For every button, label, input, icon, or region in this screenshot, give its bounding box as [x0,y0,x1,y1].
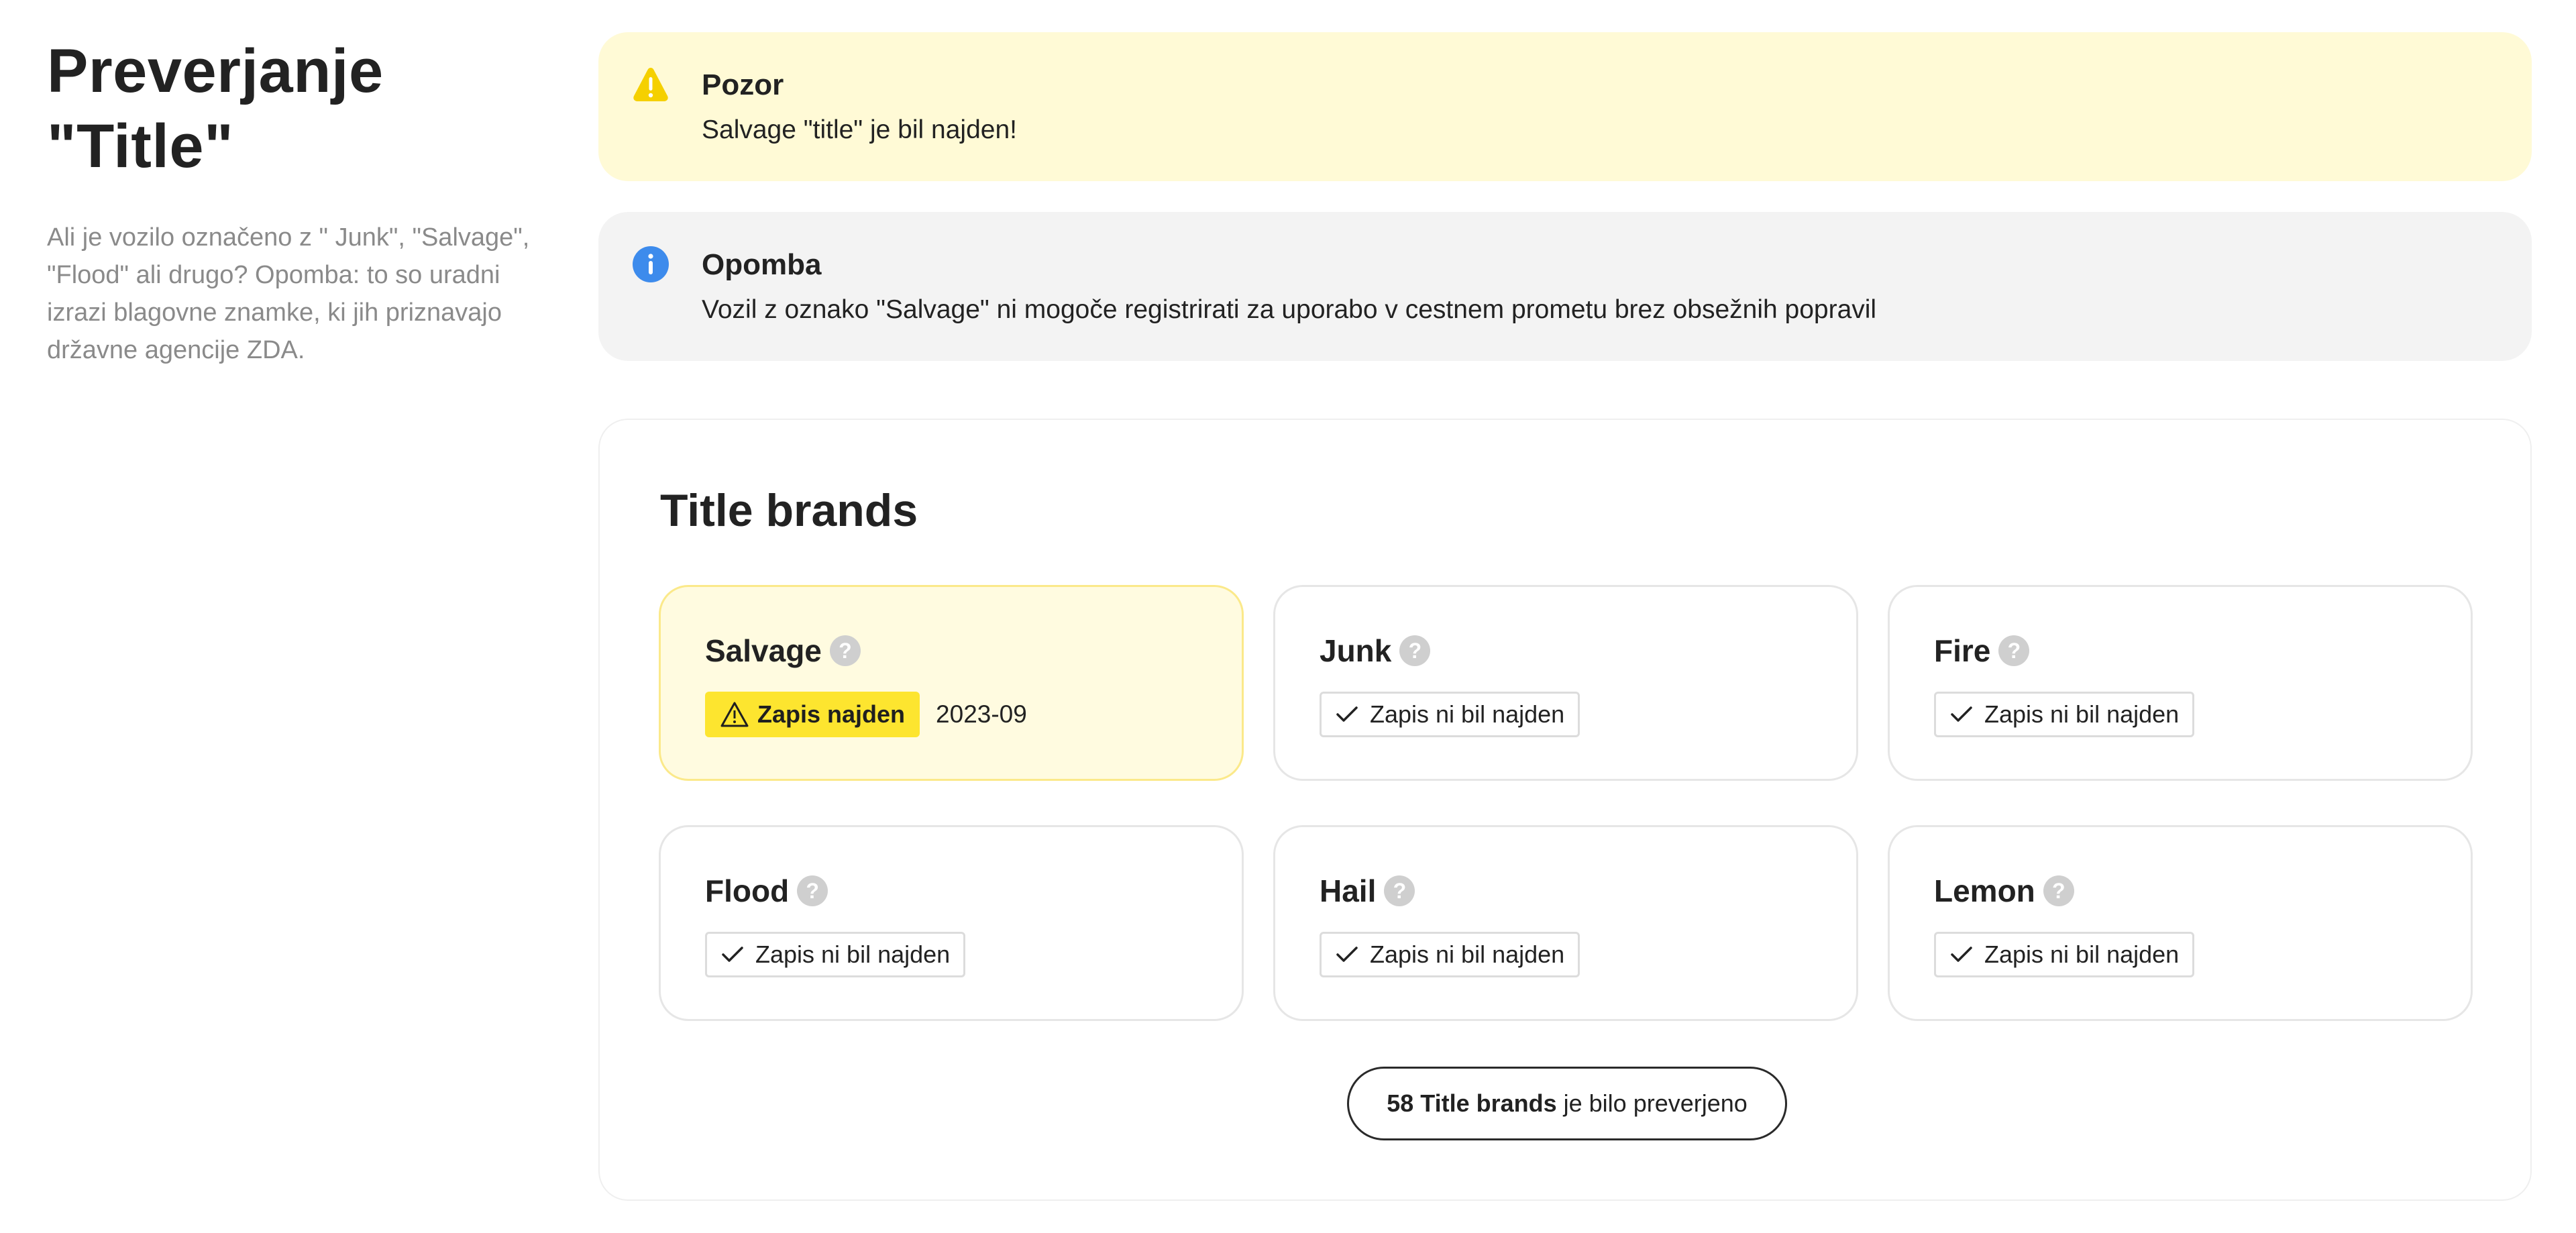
brand-card-lemon: Lemon ? Zapis ni bil najden [1888,825,2473,1021]
found-date: 2023-09 [936,700,1027,728]
brand-card-fire: Fire ? Zapis ni bil najden [1888,585,2473,781]
page-title-line1: Preverjanje [47,37,384,105]
check-icon [1336,706,1358,722]
header-section: Preverjanje "Title" Ali je vozilo označe… [47,34,543,369]
info-alert-title: Opomba [702,248,822,281]
brand-card-junk: Junk ? Zapis ni bil najden [1273,585,1858,781]
title-brands-heading: Title brands [660,485,918,536]
checked-suffix: je bilo preverjeno [1563,1089,1748,1117]
brand-name-row: Flood ? [705,873,828,909]
warning-triangle-icon [633,68,668,101]
status-badge-clear: Zapis ni bil najden [1934,692,2195,737]
help-icon[interactable]: ? [1998,635,2030,666]
info-alert: Opomba Vozil z oznako "Salvage" ni mogoč… [598,212,2532,361]
status-badge-clear: Zapis ni bil najden [1320,932,1580,977]
status-row: Zapis ni bil najden [1934,692,2195,737]
status-row: Zapis ni bil najden [1320,932,1580,977]
warning-alert: Pozor Salvage "title" je bil najden! [598,32,2532,181]
check-icon [1336,947,1358,962]
info-circle-icon [633,246,669,282]
info-alert-text: Vozil z oznako "Salvage" ni mogoče regis… [702,295,1877,324]
status-badge-found: Zapis najden [705,692,920,737]
status-row: Zapis ni bil najden [1934,932,2195,977]
check-icon [722,947,743,962]
status-label: Zapis ni bil najden [755,941,951,968]
status-label: Zapis ni bil najden [1984,941,2180,968]
brand-name-row: Lemon ? [1934,873,2074,909]
status-badge-clear: Zapis ni bil najden [705,932,966,977]
brand-name: Salvage [705,633,822,668]
status-badge-clear: Zapis ni bil najden [1934,932,2195,977]
status-label: Zapis najden [757,700,906,728]
brand-name: Junk [1320,633,1392,668]
help-icon[interactable]: ? [2043,875,2074,906]
status-badge-clear: Zapis ni bil najden [1320,692,1580,737]
page-title-line2: "Title" [47,112,234,180]
check-icon [1951,706,1972,722]
checked-brands-button[interactable]: 58 Title brands je bilo preverjeno [1347,1067,1787,1140]
brand-name: Lemon [1934,873,2035,908]
help-icon[interactable]: ? [797,875,828,906]
status-label: Zapis ni bil najden [1370,700,1565,728]
status-row: Zapis ni bil najden [705,932,966,977]
brand-name: Hail [1320,873,1377,908]
help-icon[interactable]: ? [1384,875,1415,906]
status-row: Zapis ni bil najden [1320,692,1580,737]
status-label: Zapis ni bil najden [1370,941,1565,968]
page-title: Preverjanje "Title" [47,34,543,184]
warning-alert-text: Salvage "title" je bil najden! [702,115,1017,144]
brand-card-salvage: Salvage ? Zapis najden 2023-09 [659,585,1244,781]
help-icon[interactable]: ? [1399,635,1431,666]
brand-name-row: Hail ? [1320,873,1415,909]
brand-card-flood: Flood ? Zapis ni bil najden [659,825,1244,1021]
status-label: Zapis ni bil najden [1984,700,2180,728]
brand-name: Fire [1934,633,1991,668]
help-icon[interactable]: ? [829,635,861,666]
warning-alert-title: Pozor [702,68,784,101]
page: Preverjanje "Title" Ali je vozilo označe… [0,0,2576,1233]
warning-outline-icon [720,702,749,727]
checked-count: 58 Title brands [1387,1089,1557,1117]
brand-name: Flood [705,873,790,908]
status-row: Zapis najden 2023-09 [705,692,1027,737]
brand-name-row: Fire ? [1934,633,2030,669]
brand-name-row: Junk ? [1320,633,1431,669]
brand-name-row: Salvage ? [705,633,861,669]
check-icon [1951,947,1972,962]
brand-card-hail: Hail ? Zapis ni bil najden [1273,825,1858,1021]
title-brands-card: Title brands Salvage ? Zapis najden 2023… [598,419,2532,1201]
page-description: Ali je vozilo označeno z " Junk", "Salva… [47,223,530,364]
